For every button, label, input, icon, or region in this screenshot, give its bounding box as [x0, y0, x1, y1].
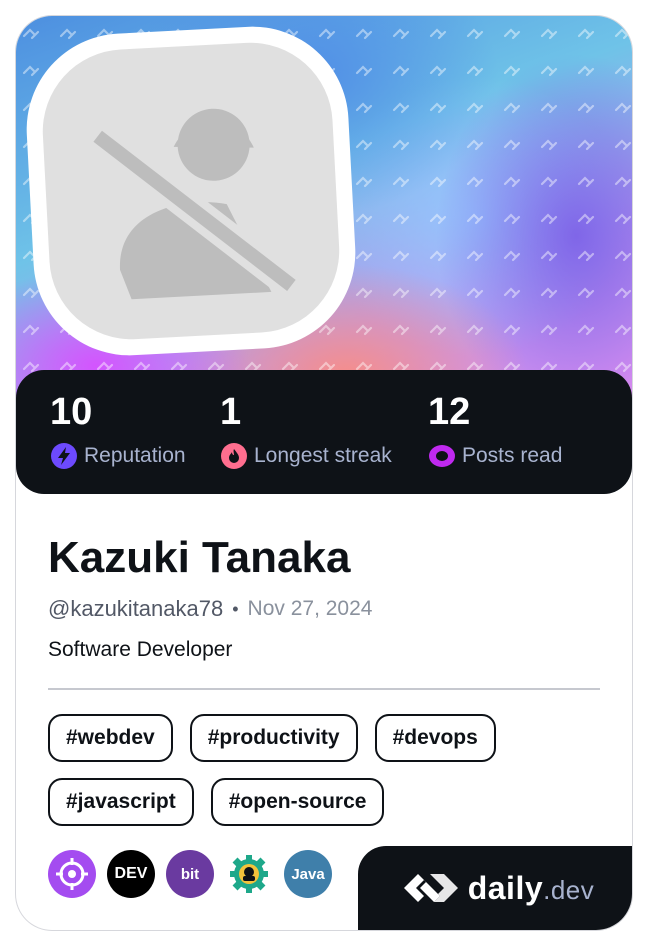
- stat-value: 10: [50, 391, 93, 433]
- daily-dev-logo: daily.dev: [358, 846, 632, 930]
- tag-open-source[interactable]: #open-source: [210, 778, 385, 826]
- tag-productivity[interactable]: #productivity: [189, 714, 358, 762]
- bit-label: bit: [180, 865, 200, 883]
- brand-tld: .dev: [543, 874, 595, 905]
- avatar[interactable]: [38, 38, 344, 344]
- crosshair-source-icon[interactable]: [48, 850, 96, 898]
- stat-posts-read: 12 Posts read: [428, 390, 562, 470]
- tag-javascript[interactable]: #javascript: [48, 778, 194, 826]
- stats-bar: 10 Reputation 1 Longest streak 12 Posts …: [16, 370, 632, 494]
- stat-label: Longest streak: [254, 444, 392, 467]
- java-label: Java: [291, 865, 325, 883]
- avatar-frame: [21, 21, 361, 361]
- java-source-icon[interactable]: Java: [284, 850, 332, 898]
- crosshair-icon: [56, 858, 88, 890]
- profile-card: 10 Reputation 1 Longest streak 12 Posts …: [16, 16, 632, 930]
- gear-source-icon[interactable]: [225, 850, 273, 898]
- tag-list: #webdev #productivity #devops #javascrip…: [48, 714, 608, 842]
- joined-date: Nov 27, 2024: [247, 597, 373, 620]
- stat-label: Reputation: [84, 444, 186, 467]
- stat-value: 12: [428, 391, 471, 433]
- brand-word-text: daily: [467, 869, 544, 906]
- profile-handle: @kazukitanaka78: [48, 596, 224, 621]
- brand-word: daily.dev: [468, 870, 595, 907]
- stat-value: 1: [220, 391, 242, 433]
- stat-reputation: 10 Reputation: [50, 390, 186, 470]
- source-list: DEV bit Java: [48, 850, 332, 898]
- daily-dev-logo-icon: [403, 874, 458, 904]
- dev-source-icon[interactable]: DEV: [107, 850, 155, 898]
- flame-icon: [221, 443, 247, 469]
- gear-icon: [230, 855, 268, 893]
- divider: [48, 688, 600, 690]
- profile-bio: Software Developer: [48, 638, 233, 661]
- tag-webdev[interactable]: #webdev: [48, 714, 173, 762]
- profile-meta: @kazukitanaka78 • Nov 27, 2024: [48, 596, 372, 622]
- stat-label: Posts read: [462, 444, 563, 467]
- dev-label: DEV: [114, 865, 148, 882]
- lightning-icon: [51, 443, 77, 469]
- stat-longest-streak: 1 Longest streak: [220, 390, 392, 470]
- bit-source-icon[interactable]: bit: [166, 850, 214, 898]
- profile-name: Kazuki Tanaka: [48, 533, 351, 582]
- cover-image: [16, 16, 632, 416]
- eye-icon: [429, 445, 455, 467]
- tag-devops[interactable]: #devops: [374, 714, 496, 762]
- no-avatar-icon: [93, 108, 296, 300]
- separator-dot: •: [232, 598, 239, 619]
